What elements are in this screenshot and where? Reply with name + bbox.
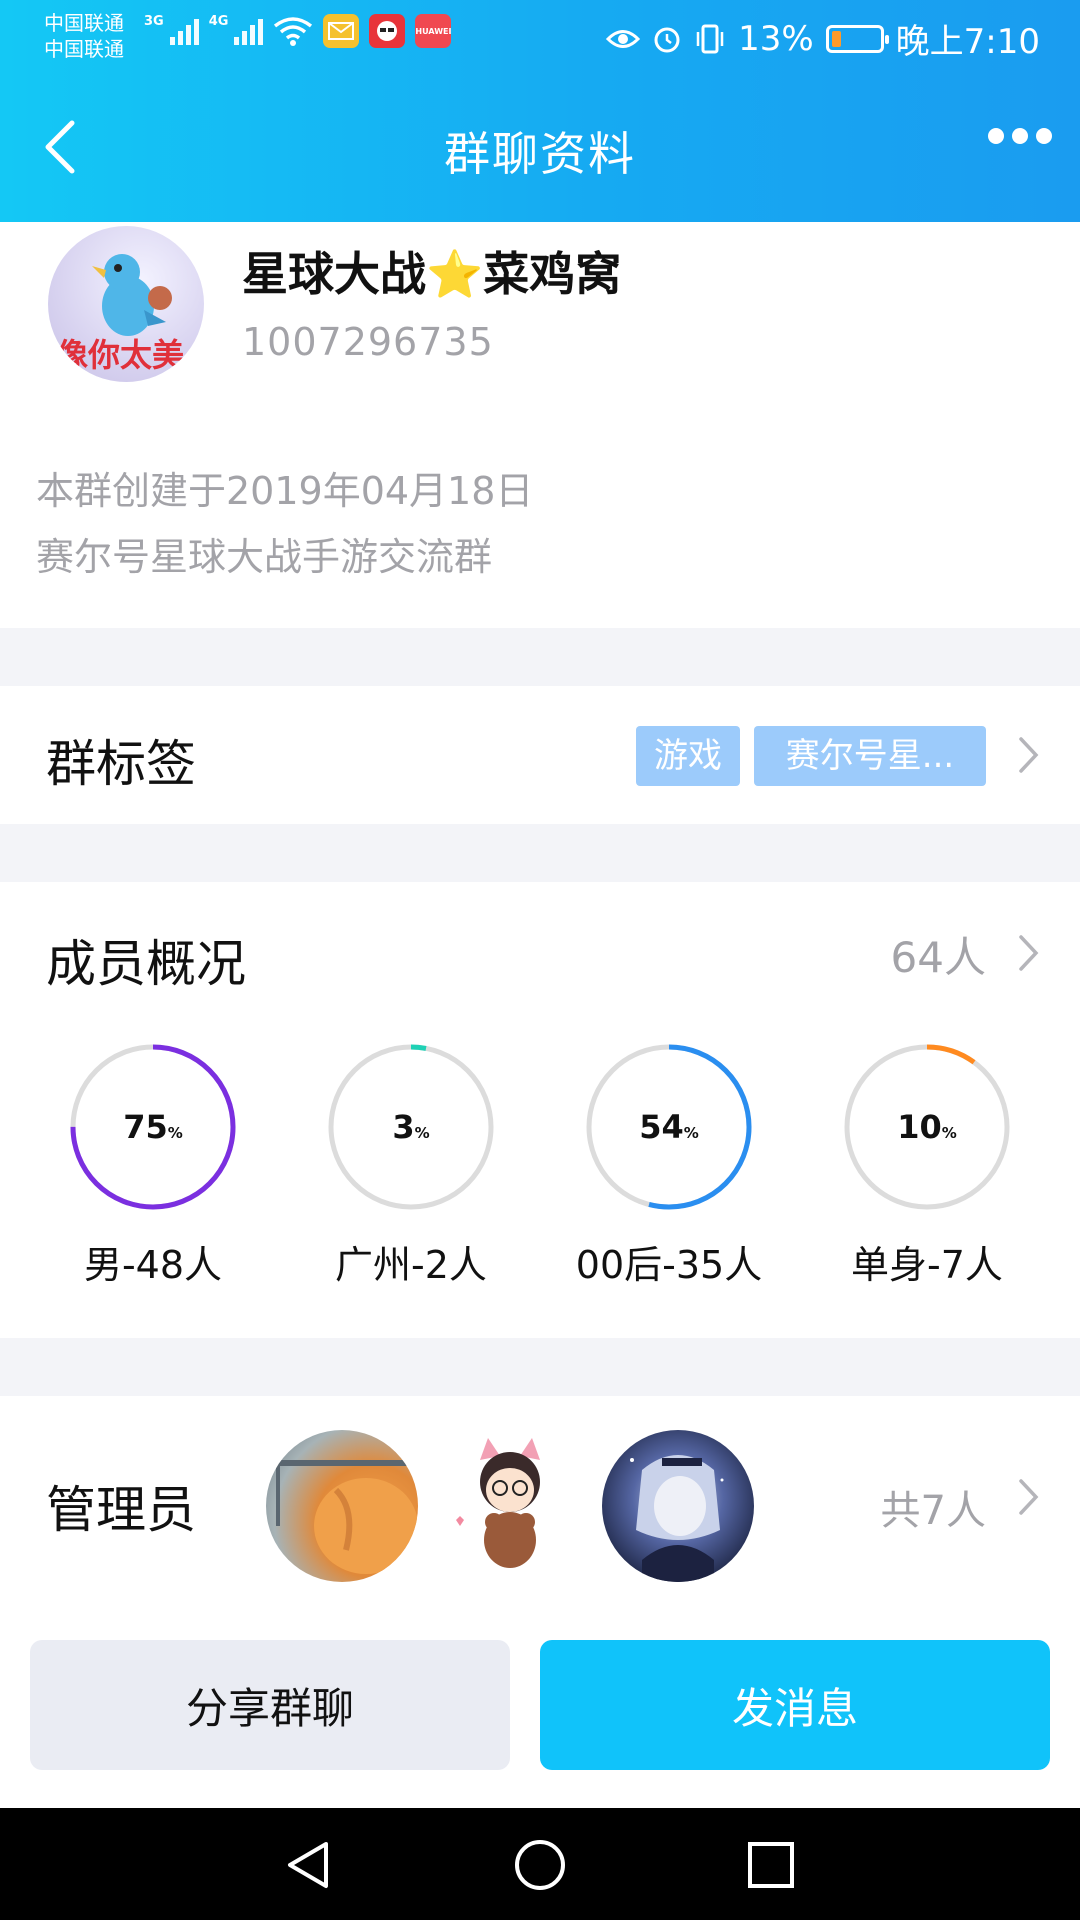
description-line-2: 赛尔号星球大战手游交流群 <box>36 535 493 579</box>
avatar-caption: 像你太美 <box>56 336 185 374</box>
huawei-store-label: HUAWEI <box>415 26 452 36</box>
more-dot-icon <box>1012 128 1028 144</box>
huawei-store-icon: HUAWEI <box>415 14 451 48</box>
clock-time: 晚上7:10 <box>895 22 1040 62</box>
cat-photo-icon <box>266 1460 418 1574</box>
tags-title: 群标签 <box>46 735 196 793</box>
progress-ring: 3% <box>326 1042 496 1212</box>
status-bar: 中国联通 中国联通 3G 4G HUAWEI 13% 晚上7:10 <box>0 0 1080 74</box>
network-3g-label: 3G <box>144 14 164 29</box>
stat-location: 3% 广州-2人 <box>291 1042 531 1289</box>
chevron-right-icon <box>1019 737 1039 773</box>
group-avatar[interactable]: 像你太美 <box>48 226 204 382</box>
admin-avatar[interactable] <box>266 1430 418 1582</box>
admin-avatar[interactable] <box>434 1430 586 1582</box>
stat-label: 男-48人 <box>83 1243 223 1287</box>
mail-icon <box>323 14 360 48</box>
stat-age: 54% 00后-35人 <box>549 1042 789 1289</box>
chevron-right-icon[interactable] <box>1018 934 1040 972</box>
more-dot-icon <box>988 128 1004 144</box>
more-options-button[interactable] <box>988 128 1052 144</box>
anime-avatar-icon <box>630 1455 724 1582</box>
group-tags-row[interactable]: 群标签 游戏 赛尔号星... <box>0 686 1080 824</box>
stat-percent: 54% <box>584 1042 754 1212</box>
percent-value: 10 <box>897 1108 942 1146</box>
percent-value: 3 <box>392 1108 415 1146</box>
tags-list: 游戏 赛尔号星... <box>636 726 986 786</box>
stat-label: 单身-7人 <box>851 1243 1003 1287</box>
percent-value: 75 <box>123 1108 168 1146</box>
stat-gender: 75% 男-48人 <box>33 1042 273 1289</box>
app-notification-icon <box>369 14 406 48</box>
group-name: 星球大战⭐菜鸡窝 <box>242 247 622 301</box>
admins-title: 管理员 <box>46 1481 196 1539</box>
member-stats: 75% 男-48人 3% 广州-2人 54% 00后-35人 10 % 单身-7… <box>0 1042 1080 1287</box>
vibrate-icon <box>696 24 724 53</box>
progress-ring: 54% <box>584 1042 754 1212</box>
more-dot-icon <box>1036 128 1052 144</box>
status-right-icons: 13% 晚上7:10 <box>606 14 1040 63</box>
page-title: 群聊资料 <box>444 127 636 181</box>
stat-percent: 75% <box>68 1042 238 1212</box>
stat-percent: 10% <box>842 1042 1012 1212</box>
status-left-icons: 3G 4G HUAWEI <box>144 14 451 48</box>
bottom-action-bar: 分享群聊 发消息 <box>0 1602 1080 1808</box>
progress-ring: 75% <box>68 1042 238 1212</box>
nav-recents-icon[interactable] <box>744 1838 798 1892</box>
tag-item: 游戏 <box>636 726 740 786</box>
percent-unit: % <box>167 1124 183 1142</box>
admin-count: 共7人 <box>880 1488 986 1534</box>
admin-avatar[interactable] <box>602 1430 754 1582</box>
wifi-icon <box>274 17 313 46</box>
carrier-text: 中国联通 中国联通 <box>44 10 124 62</box>
members-title: 成员概况 <box>46 935 246 993</box>
network-4g-label: 4G <box>208 14 229 29</box>
battery-icon <box>825 24 889 53</box>
signal-icon <box>169 17 199 45</box>
cartoon-avatar-icon <box>456 1438 540 1568</box>
system-nav-bar <box>0 1808 1080 1920</box>
share-group-button[interactable]: 分享群聊 <box>30 1640 510 1770</box>
nav-home-icon[interactable] <box>513 1838 567 1892</box>
stat-single: 10% 单身-7人 <box>807 1042 1047 1289</box>
group-description: 本群创建于2019年04月18日 赛尔号星球大战手游交流群 <box>36 458 533 590</box>
admin-avatar-list <box>266 1430 754 1582</box>
percent-unit: % <box>414 1124 430 1142</box>
progress-ring: 10% <box>842 1042 1012 1212</box>
signal-icon-2 <box>234 17 264 45</box>
group-info-card: 像你太美 星球大战⭐菜鸡窝 1007296735 本群创建于2019年04月18… <box>0 222 1080 628</box>
carrier-line-2: 中国联通 <box>44 37 124 61</box>
admins-row[interactable]: 管理员 共7人 <box>0 1396 1080 1602</box>
send-message-button[interactable]: 发消息 <box>540 1640 1050 1770</box>
battery-percent: 13% <box>738 18 814 59</box>
group-id: 1007296735 <box>242 320 494 364</box>
member-overview-section: 成员概况 64人 75% 男-48人 3% 广州-2人 54 % 00后-35人… <box>0 882 1080 1338</box>
percent-value: 54 <box>639 1108 684 1146</box>
stat-label: 00后-35人 <box>575 1243 763 1287</box>
alarm-icon <box>654 27 680 52</box>
percent-unit: % <box>941 1124 957 1142</box>
chevron-right-icon <box>1019 1479 1039 1515</box>
stat-label: 广州-2人 <box>335 1243 487 1287</box>
header-bar: 中国联通 中国联通 3G 4G HUAWEI 13% 晚上7:10 群聊资料 <box>0 0 1080 222</box>
nav-back-icon[interactable] <box>282 1838 336 1892</box>
description-line-1: 本群创建于2019年04月18日 <box>36 469 534 513</box>
percent-unit: % <box>683 1124 699 1142</box>
member-count[interactable]: 64人 <box>891 924 986 985</box>
stat-percent: 3% <box>326 1042 496 1212</box>
carrier-line-1: 中国联通 <box>44 11 124 35</box>
eye-icon <box>606 29 641 48</box>
tag-item: 赛尔号星... <box>754 726 986 786</box>
